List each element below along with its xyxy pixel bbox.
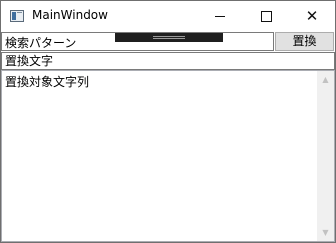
search-pattern-value: 検索パターン (5, 36, 77, 50)
close-icon: ✕ (305, 6, 319, 25)
target-text-value: 置換対象文字列 (5, 75, 90, 89)
replacement-input[interactable]: 置換文字 (1, 52, 335, 70)
maximize-button[interactable] (243, 1, 289, 31)
target-text-area[interactable]: 置換対象文字列 ▲ ▼ (1, 70, 335, 242)
main-window: MainWindow ✕ 検索パターン 置換 置換文字 置換対象文字列 ▲ ▼ (0, 0, 336, 243)
maximize-icon (260, 10, 272, 22)
app-icon (10, 10, 24, 22)
splitter-handle[interactable] (115, 33, 223, 42)
vertical-scrollbar[interactable]: ▲ ▼ (317, 71, 334, 241)
window-title: MainWindow (32, 8, 108, 22)
minimize-icon (215, 15, 225, 17)
scroll-up-icon[interactable]: ▲ (317, 71, 334, 88)
replace-button[interactable]: 置換 (275, 32, 334, 51)
replacement-value: 置換文字 (5, 54, 54, 68)
scroll-down-icon[interactable]: ▼ (317, 224, 334, 241)
window-content: 検索パターン 置換 置換文字 置換対象文字列 ▲ ▼ (1, 31, 335, 242)
close-button[interactable]: ✕ (289, 1, 335, 31)
title-bar[interactable]: MainWindow ✕ (1, 1, 335, 31)
minimize-button[interactable] (197, 1, 243, 31)
